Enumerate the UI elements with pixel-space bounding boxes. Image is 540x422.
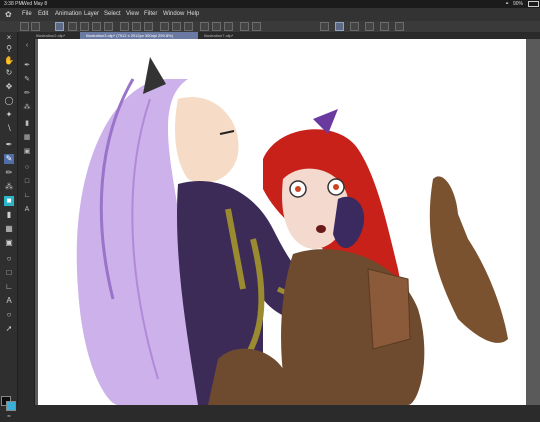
undo-button[interactable] [92, 22, 101, 31]
hand-icon[interactable]: ✋ [4, 56, 14, 66]
eraser-icon[interactable]: ▮ [4, 210, 14, 220]
pupil [333, 184, 339, 190]
blend-icon[interactable]: ■ [4, 196, 14, 206]
flip-button[interactable] [68, 22, 77, 31]
sub-view-button[interactable] [395, 22, 404, 31]
snap-ruler-button[interactable] [200, 22, 209, 31]
color-wheel-button[interactable] [350, 22, 359, 31]
magic-wand-icon[interactable]: ✦ [4, 110, 14, 120]
mouth [316, 225, 326, 233]
redo-button[interactable] [104, 22, 113, 31]
pen-icon[interactable]: ✒ [4, 140, 14, 150]
tab-illustration3[interactable]: Illustration3.clip* (7912 x 2912px 300dp… [80, 32, 198, 39]
tab-illustration7[interactable]: Illustration7.clip* [198, 32, 248, 39]
claw-hand [429, 176, 508, 343]
menu-view[interactable]: View [126, 11, 139, 17]
export-button[interactable] [252, 22, 261, 31]
zoom-icon[interactable]: ⚲ [4, 44, 14, 54]
eyedropper-icon[interactable]: ∖ [4, 124, 14, 134]
snap-grid-button[interactable] [212, 22, 221, 31]
figure-icon[interactable]: ○ [22, 163, 32, 172]
move-icon[interactable]: ✥ [4, 82, 14, 92]
frame-icon[interactable]: □ [22, 177, 32, 186]
tool-palette: × ⚲ ✋ ↻ ✥ ◯ ✦ ∖ ✒ ✎ ✏ ⁂ ■ ▮ ▦ ▣ ○ □ ∟ A … [0, 32, 18, 420]
settings-button[interactable] [240, 22, 249, 31]
battery-label: 90% [513, 1, 524, 7]
battery-icon [528, 1, 539, 7]
ruler-icon[interactable]: ∟ [22, 191, 32, 200]
airbrush-icon[interactable]: ⁂ [4, 182, 14, 192]
drawing-canvas[interactable] [38, 39, 526, 405]
text-icon[interactable]: A [22, 205, 32, 214]
wifi-icon: ⚭ [505, 1, 510, 7]
invert-selection-button[interactable] [184, 22, 193, 31]
status-date: Wed May 8 [22, 1, 48, 7]
collapse-icon[interactable]: ‹ [22, 41, 32, 50]
status-time: 3:38 PM [4, 1, 23, 7]
frame-icon[interactable]: □ [4, 268, 14, 278]
new-file-button[interactable] [20, 22, 29, 31]
command-bar [0, 21, 540, 32]
brush-size-button[interactable] [335, 22, 344, 31]
close-icon[interactable]: × [4, 33, 14, 43]
transparent-color-icon[interactable]: ≈ [4, 412, 14, 422]
menu-edit[interactable]: Edit [38, 11, 48, 17]
balloon-icon[interactable]: ○ [4, 310, 14, 320]
menu-animation[interactable]: Animation [55, 11, 82, 17]
select-all-button[interactable] [160, 22, 169, 31]
menu-filter[interactable]: Filter [144, 11, 157, 17]
menu-layer[interactable]: Layer [84, 11, 99, 17]
crop-button[interactable] [144, 22, 153, 31]
menu-bar: ✿ File Edit Animation Layer Select View … [0, 8, 540, 21]
menu-select[interactable]: Select [104, 11, 121, 17]
snap-special-button[interactable] [224, 22, 233, 31]
face-left [175, 97, 239, 183]
fill-icon[interactable]: ▦ [4, 224, 14, 234]
sub-color-swatch[interactable] [6, 401, 16, 411]
gradient-icon[interactable]: ▣ [22, 147, 32, 156]
clear-button[interactable] [120, 22, 129, 31]
status-bar: 3:38 PM Wed May 8 ⚭ 90% [0, 0, 540, 8]
app-logo-icon: ✿ [5, 10, 12, 19]
tab-illustration2[interactable]: Illustration2.clip* [30, 32, 80, 39]
open-button[interactable] [31, 22, 40, 31]
pen-icon[interactable]: ✒ [22, 61, 32, 70]
airbrush-icon[interactable]: ⁂ [22, 103, 32, 112]
lower-brown [208, 348, 293, 405]
pupil [295, 186, 301, 192]
menu-help[interactable]: Help [187, 11, 199, 17]
deselect-button[interactable] [172, 22, 181, 31]
brush-icon[interactable]: ✏ [4, 168, 14, 178]
ruler-icon[interactable]: ∟ [4, 282, 14, 292]
rotate-icon[interactable]: ↻ [4, 68, 14, 78]
sub-tool-palette: ‹ ✒ ✎ ✏ ⁂ ▮ ▦ ▣ ○ □ ∟ A [18, 39, 35, 405]
navigator-button[interactable] [380, 22, 389, 31]
menu-window[interactable]: Window [163, 11, 184, 17]
pencil-icon[interactable]: ✎ [4, 154, 14, 164]
eraser-icon[interactable]: ▮ [22, 119, 32, 128]
gradient-icon[interactable]: ▣ [4, 238, 14, 248]
fill-icon[interactable]: ▦ [22, 133, 32, 142]
document-tabs: Illustration2.clip* Illustration3.clip* … [18, 32, 540, 39]
lasso-icon[interactable]: ◯ [4, 96, 14, 106]
tool-property-button[interactable] [320, 22, 329, 31]
menu-file[interactable]: File [22, 11, 32, 17]
text-icon[interactable]: A [4, 296, 14, 306]
fill-selection-button[interactable] [132, 22, 141, 31]
brush-icon[interactable]: ✏ [22, 89, 32, 98]
layer-button[interactable] [365, 22, 374, 31]
artwork [76, 57, 508, 405]
rotate-button[interactable] [80, 22, 89, 31]
figure-icon[interactable]: ○ [4, 254, 14, 264]
correct-line-icon[interactable]: ➚ [4, 324, 14, 334]
armor-plate [367, 268, 411, 350]
transform-button[interactable] [55, 22, 64, 31]
pencil-icon[interactable]: ✎ [22, 75, 32, 84]
